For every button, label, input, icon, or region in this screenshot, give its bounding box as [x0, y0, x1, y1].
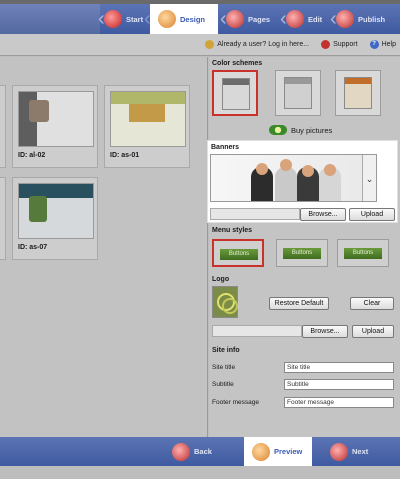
banner-selector[interactable]: ⌄ — [210, 154, 377, 202]
help-link[interactable]: ? Help — [369, 40, 396, 49]
back-button-label: Back — [194, 447, 212, 456]
logo-title: Logo — [212, 276, 230, 283]
banner-browse-button[interactable]: Browse... — [300, 208, 346, 221]
user-bar: Already a user? Log in here... Support ?… — [0, 34, 400, 56]
buy-pictures-label: Buy pictures — [291, 125, 333, 135]
login-link-label: Already a user? Log in here... — [217, 41, 310, 48]
banner-upload-button[interactable]: Upload — [349, 208, 395, 221]
menu-style-option[interactable]: Buttons — [337, 239, 389, 267]
menu-style-preview: Buttons — [283, 248, 321, 259]
scheme-preview — [222, 78, 250, 110]
color-scheme-option[interactable] — [212, 70, 258, 116]
template-thumbnail — [18, 91, 94, 147]
site-info-title: Site info — [212, 347, 240, 354]
menu-style-option[interactable]: Buttons — [276, 239, 328, 267]
login-link[interactable]: Already a user? Log in here... — [205, 40, 309, 49]
menu-style-preview: Buttons — [344, 248, 382, 259]
template-thumbnail — [18, 183, 94, 239]
logo-browse-button[interactable]: Browse... — [302, 325, 348, 338]
top-navigation: ‹ Start ‹ Design ‹ Pages ‹ Edit ‹ Publis… — [0, 4, 400, 34]
next-button-label: Next — [352, 447, 369, 456]
subtitle-label: Subtitle — [212, 381, 234, 388]
step-edit-label: Edit — [308, 14, 323, 24]
step-pages-label: Pages — [248, 14, 271, 24]
chevron-down-icon[interactable]: ⌄ — [362, 155, 376, 201]
template-card-partial[interactable] — [0, 85, 6, 168]
menu-style-preview: Buttons — [220, 249, 258, 260]
design-options-panel: Color schemes Buy pictures Menu styles B… — [209, 57, 400, 437]
logo-preview — [212, 286, 238, 318]
back-button[interactable]: Back — [172, 437, 212, 466]
banners-title: Banners — [211, 144, 240, 151]
preview-button-label: Preview — [274, 447, 303, 456]
template-card-partial[interactable] — [0, 177, 6, 260]
banner-person-head — [324, 164, 336, 176]
step-publish-label: Publish — [358, 14, 386, 24]
nav-left-area — [0, 4, 100, 34]
clear-logo-button[interactable]: Clear — [350, 297, 394, 310]
template-card[interactable]: ID: al-02 — [12, 85, 98, 168]
banners-section: Banners ⌄ Browse... Upload — [207, 140, 398, 223]
template-card[interactable]: ID: as-01 — [104, 85, 190, 168]
support-link-label: Support — [333, 41, 358, 48]
template-thumbnail — [110, 91, 186, 147]
edit-icon — [286, 10, 304, 28]
template-id: ID: as-07 — [18, 244, 48, 251]
scheme-preview — [344, 77, 372, 109]
user-icon — [205, 40, 215, 49]
step-start-label: Start — [126, 14, 144, 24]
film-icon — [269, 125, 287, 135]
banner-file-path[interactable] — [210, 208, 300, 220]
design-icon — [158, 10, 176, 28]
chevron-icon: ‹ — [144, 8, 151, 30]
next-icon — [330, 442, 348, 461]
scheme-preview — [284, 77, 312, 109]
step-publish[interactable]: ‹ Publish — [330, 4, 386, 34]
banner-person-head — [280, 159, 292, 171]
step-start[interactable]: ‹ Start — [98, 4, 144, 34]
template-gallery: ID: al-02 ID: as-01 ID: as-07 — [0, 57, 208, 437]
start-icon — [104, 10, 122, 28]
template-card[interactable]: ID: as-07 — [12, 177, 98, 260]
banner-image — [241, 159, 351, 201]
template-id: ID: as-01 — [110, 152, 140, 159]
site-title-label: Site title — [212, 364, 236, 371]
banner-person-head — [302, 165, 314, 177]
color-schemes-title: Color schemes — [212, 60, 263, 67]
logo-upload-button[interactable]: Upload — [352, 325, 394, 338]
next-button[interactable]: Next — [330, 437, 368, 466]
template-id: ID: al-02 — [18, 152, 46, 159]
menu-style-option[interactable]: Buttons — [212, 239, 264, 267]
menu-styles-title: Menu styles — [212, 227, 253, 234]
color-scheme-option[interactable] — [275, 70, 321, 116]
footer-message-input[interactable] — [284, 397, 394, 408]
support-link[interactable]: Support — [321, 40, 358, 49]
back-icon — [172, 442, 190, 461]
help-icon: ? — [369, 40, 379, 49]
restore-default-button[interactable]: Restore Default — [269, 297, 329, 310]
banner-person — [275, 167, 297, 201]
bottom-strip — [0, 466, 400, 479]
help-link-label: Help — [381, 41, 396, 48]
preview-button[interactable]: Preview — [244, 437, 312, 466]
support-icon — [321, 40, 331, 49]
subtitle-input[interactable] — [284, 379, 394, 390]
pages-icon — [226, 10, 244, 28]
bottom-navigation: Back Preview Next — [0, 437, 400, 466]
step-pages[interactable]: ‹ Pages — [220, 4, 271, 34]
publish-icon — [336, 10, 354, 28]
footer-message-label: Footer message — [212, 399, 259, 406]
step-design-label: Design — [180, 14, 206, 24]
buy-pictures-link[interactable]: Buy pictures — [269, 125, 332, 135]
step-design[interactable]: ‹ Design — [144, 4, 218, 34]
preview-icon — [252, 442, 270, 461]
color-scheme-option[interactable] — [335, 70, 381, 116]
site-title-input[interactable] — [284, 362, 394, 373]
step-edit[interactable]: ‹ Edit — [280, 4, 323, 34]
banner-person-head — [256, 163, 268, 175]
logo-file-path[interactable] — [212, 325, 302, 337]
